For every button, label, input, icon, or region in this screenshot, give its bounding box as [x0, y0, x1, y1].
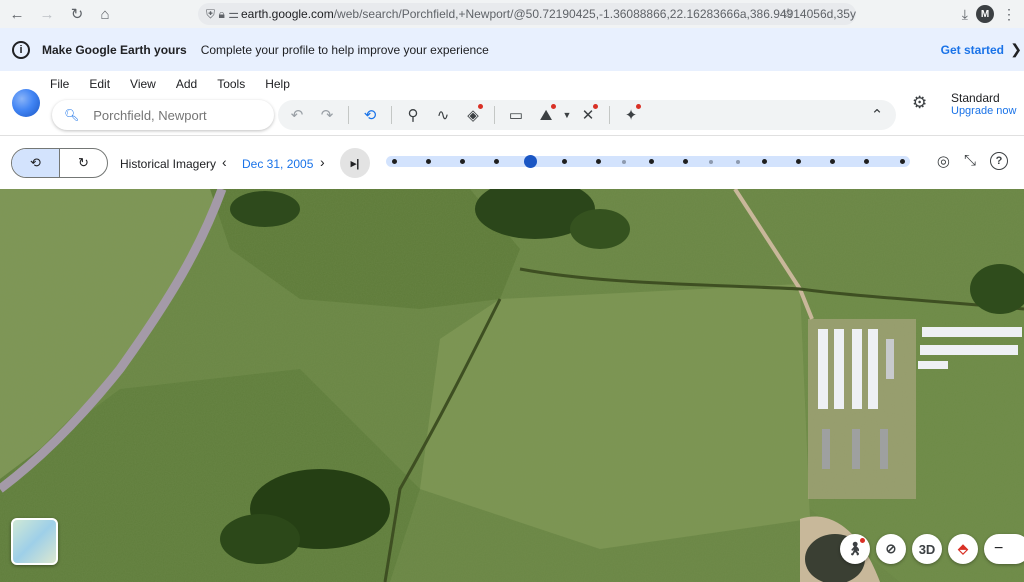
timeline-year-marker[interactable]: [796, 159, 801, 164]
timeline-year-marker[interactable]: [494, 159, 499, 164]
historical-imagery-icon[interactable]: ⟲: [355, 100, 385, 130]
satellite-imagery: [0, 189, 1024, 582]
timeline-year-marker[interactable]: [830, 159, 835, 164]
animate-icon[interactable]: ◎: [937, 152, 950, 170]
gear-icon[interactable]: ⚙: [912, 93, 927, 113]
forward-icon[interactable]: →: [35, 2, 59, 26]
info-icon: i: [12, 40, 30, 59]
menu-help[interactable]: Help: [265, 77, 290, 91]
toolbar-divider: [494, 106, 495, 124]
imagery-mode-toggle: ⟲ ↻: [11, 148, 108, 178]
gemini-sparkle-icon[interactable]: ✦: [616, 100, 646, 130]
home-icon[interactable]: ⌂: [93, 2, 117, 26]
path-icon[interactable]: ∿: [428, 100, 458, 130]
minimize-icon[interactable]: ⤡: [964, 152, 976, 170]
url-domain: earth.google.com: [240, 7, 334, 21]
site-settings-icon[interactable]: ⚌: [228, 7, 239, 21]
timeline-year-marker[interactable]: [864, 159, 869, 164]
dropdown-icon[interactable]: ▼: [561, 100, 573, 130]
chevron-right-icon[interactable]: ›: [320, 154, 325, 170]
placemark-icon[interactable]: ⚲: [398, 100, 428, 130]
promo-title: Make Google Earth yours: [42, 42, 187, 57]
timeline-year-marker[interactable]: [562, 159, 567, 164]
browser-toolbar: ← → ↻ ⌂ ⛨ 🔒︎ ⚌ earth.google.com/web/sear…: [0, 0, 1024, 28]
menu-edit[interactable]: Edit: [89, 77, 110, 91]
elevation-icon[interactable]: ⛰: [531, 100, 561, 130]
measure-icon[interactable]: ▭: [501, 100, 531, 130]
chevron-left-icon[interactable]: ‹: [222, 154, 227, 170]
map-style-thumbnail[interactable]: [11, 518, 58, 565]
chevron-right-icon[interactable]: ❯: [1010, 41, 1022, 58]
layers-icon[interactable]: ◈: [458, 100, 488, 130]
google-earth-logo[interactable]: [12, 89, 40, 117]
url-path: /web/search/Porchfield,+Newport/@50.7219…: [333, 7, 856, 21]
redo-icon[interactable]: ↷: [312, 100, 342, 130]
timeline-year-marker[interactable]: [426, 159, 431, 164]
profile-promo-banner: i Make Google Earth yours Complete your …: [0, 28, 1024, 71]
search-input[interactable]: [93, 107, 264, 123]
imagery-date[interactable]: Dec 31, 2005: [242, 157, 313, 171]
timeline-year-marker[interactable]: [683, 159, 688, 164]
toolbar-divider: [609, 106, 610, 124]
get-started-link[interactable]: Get started: [941, 43, 1004, 57]
timeline-year-marker[interactable]: [596, 159, 601, 164]
timeline-minor-marker[interactable]: [622, 160, 626, 164]
timeline-minor-marker[interactable]: [736, 160, 740, 164]
menu-view[interactable]: View: [130, 77, 156, 91]
menu-tools[interactable]: Tools: [217, 77, 245, 91]
current-mode-icon[interactable]: ↻: [60, 149, 107, 177]
imagery-timeline[interactable]: 1945198519992004200520142015201620172018…: [384, 155, 912, 200]
menu-file[interactable]: File: [50, 77, 69, 91]
promo-text: Complete your profile to help improve yo…: [200, 42, 489, 57]
profile-avatar[interactable]: M: [976, 5, 994, 23]
timeline-year-marker[interactable]: [762, 159, 767, 164]
3d-toggle-button[interactable]: 3D: [912, 534, 942, 564]
timeline-selected-marker[interactable]: [524, 155, 537, 168]
collapse-chevron-icon[interactable]: ⌃: [862, 100, 892, 130]
search-icon[interactable]: 🔍︎: [64, 108, 79, 122]
app-header: File Edit View Add Tools Help 🔍︎ ↶ ↷ ⟲ ⚲…: [0, 71, 1024, 135]
tilt-reset-icon[interactable]: ⊘: [876, 534, 906, 564]
tools-icon[interactable]: ✕: [573, 100, 603, 130]
compass-icon[interactable]: ⬘: [948, 534, 978, 564]
jump-to-latest-icon[interactable]: ▸|: [340, 148, 370, 178]
zoom-out-icon[interactable]: −: [984, 534, 1024, 564]
upgrade-link[interactable]: Upgrade now: [951, 105, 1016, 117]
browser-menu-icon[interactable]: ⋮: [1002, 6, 1016, 23]
timeline-minor-marker[interactable]: [709, 160, 713, 164]
pegman-icon[interactable]: 🚶︎: [840, 534, 870, 564]
bookmark-star-icon[interactable]: ☆: [782, 5, 795, 22]
back-icon[interactable]: ←: [5, 2, 29, 26]
timeline-year-marker[interactable]: [649, 159, 654, 164]
timeline-year-marker[interactable]: [460, 159, 465, 164]
shield-icon[interactable]: ⛨: [206, 7, 215, 22]
menu-add[interactable]: Add: [176, 77, 197, 91]
download-icon[interactable]: ⤓: [962, 6, 968, 23]
historical-imagery-bar: ⟲ ↻ Historical Imagery ‹ Dec 31, 2005 › …: [0, 135, 1024, 200]
lock-icon[interactable]: 🔒︎: [217, 7, 226, 22]
historical-mode-icon[interactable]: ⟲: [12, 149, 60, 177]
address-bar[interactable]: ⛨ 🔒︎ ⚌ earth.google.com/web/search/Porch…: [198, 3, 856, 25]
reload-icon[interactable]: ↻: [65, 2, 89, 26]
timeline-year-marker[interactable]: [900, 159, 905, 164]
menu-bar: File Edit View Add Tools Help: [50, 77, 290, 91]
undo-icon[interactable]: ↶: [282, 100, 312, 130]
toolbar-divider: [391, 106, 392, 124]
satellite-map[interactable]: [0, 189, 1024, 582]
plan-name: Standard: [951, 91, 1000, 105]
toolbar-divider: [348, 106, 349, 124]
timeline-year-marker[interactable]: [392, 159, 397, 164]
historical-imagery-label: Historical Imagery: [120, 157, 217, 171]
search-bar: 🔍︎: [52, 100, 274, 130]
toolbar: ↶ ↷ ⟲ ⚲ ∿ ◈ ▭ ⛰ ▼ ✕ ✦ ⌃: [278, 100, 896, 130]
help-icon[interactable]: ?: [990, 152, 1008, 170]
